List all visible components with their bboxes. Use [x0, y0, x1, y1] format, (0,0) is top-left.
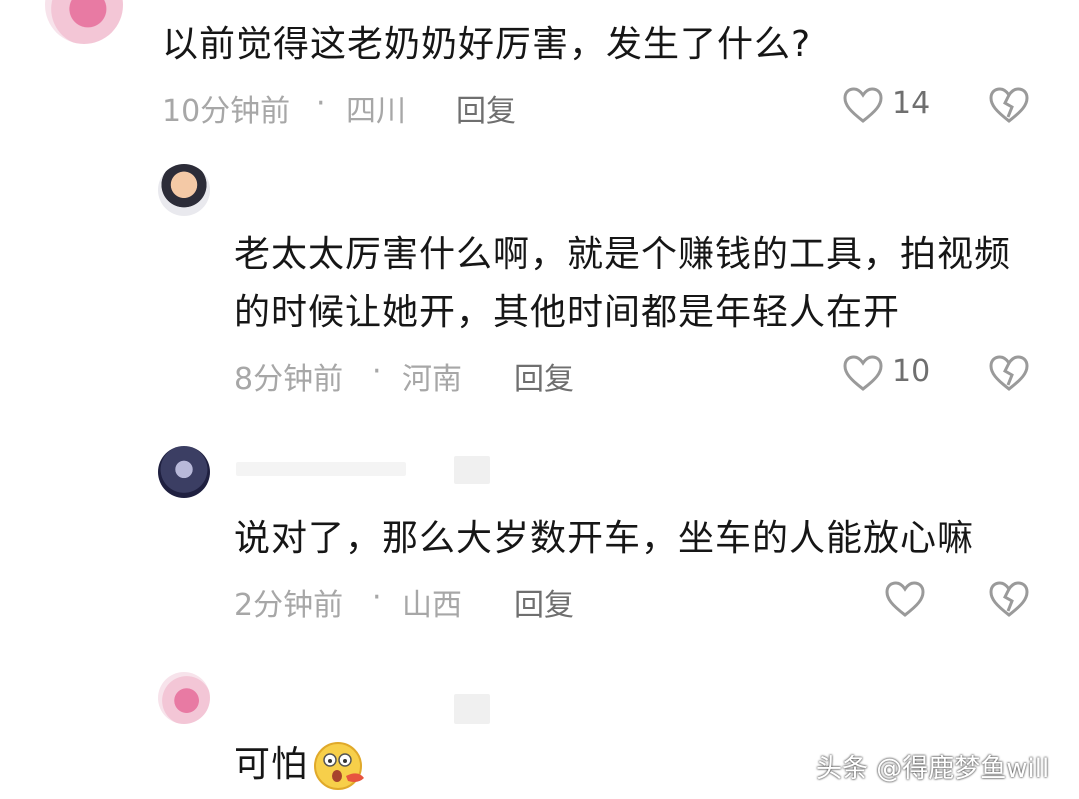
reply-button[interactable]: 回复: [514, 354, 574, 398]
reply-button[interactable]: 回复: [514, 580, 574, 624]
avatar[interactable]: [45, 0, 123, 44]
comment-location: 山西: [402, 588, 462, 623]
dislike-broken-heart-icon[interactable]: [988, 354, 1030, 392]
like-heart-icon[interactable]: [842, 354, 884, 392]
meta-separator: ·: [372, 580, 382, 615]
like-heart-icon[interactable]: [842, 86, 884, 124]
avatar[interactable]: [158, 446, 210, 498]
username-redacted: [236, 462, 406, 476]
meta-separator: ·: [316, 86, 326, 121]
comment-time: 8分钟前: [234, 362, 344, 397]
comment-text: 说对了，那么大岁数开车，坐车的人能放心嘛: [234, 518, 975, 559]
comment-text-line1: 老太太厉害什么啊，就是个赚钱的工具，拍视频: [234, 234, 1012, 275]
comment-location: 河南: [402, 362, 462, 397]
username-redacted-mark: [454, 456, 490, 484]
comment-text: 以前觉得这老奶奶好厉害，发生了什么?: [162, 24, 812, 65]
username-redacted-mark: [454, 694, 490, 724]
like-count: 14: [892, 86, 931, 121]
comment-time: 10分钟前: [162, 94, 291, 129]
avatar[interactable]: [158, 164, 210, 216]
dislike-broken-heart-icon[interactable]: [988, 580, 1030, 618]
scared-face-emoji-icon: [312, 740, 368, 792]
reply-button[interactable]: 回复: [456, 86, 516, 130]
comment-text: 可怕: [234, 744, 309, 785]
meta-separator: ·: [372, 354, 382, 389]
comment-location: 四川: [346, 94, 406, 129]
comment-text-line2: 的时候让她开，其他时间都是年轻人在开: [234, 292, 901, 333]
like-heart-icon[interactable]: [884, 580, 926, 618]
avatar[interactable]: [158, 672, 210, 724]
watermark-label: 头条 @得鹿梦鱼will: [816, 754, 1050, 784]
like-count: 10: [892, 354, 931, 389]
comment-time: 2分钟前: [234, 588, 344, 623]
dislike-broken-heart-icon[interactable]: [988, 86, 1030, 124]
